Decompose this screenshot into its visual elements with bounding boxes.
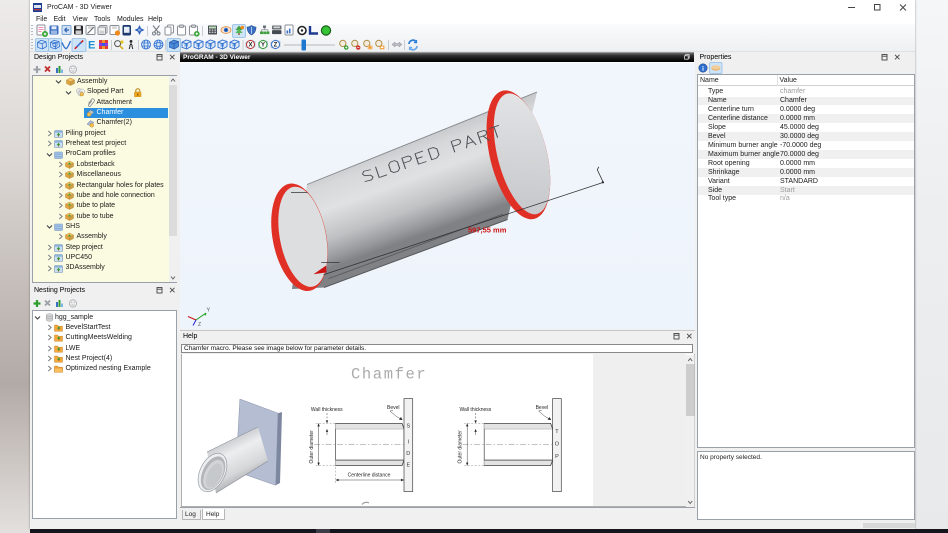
svg-text:Centerline distance: Centerline distance — [348, 473, 391, 479]
svg-text:S: S — [406, 424, 410, 430]
svg-text:1:1: 1:1 — [368, 46, 373, 50]
svg-text:D: D — [406, 451, 410, 457]
svg-text:Z: Z — [274, 43, 278, 49]
svg-text:Bevel: Bevel — [387, 405, 400, 411]
svg-text:Z: Z — [198, 322, 201, 328]
svg-text:Wall thickness: Wall thickness — [311, 407, 343, 413]
svg-text:i: i — [702, 65, 704, 72]
svg-text:Wall thickness: Wall thickness — [460, 407, 492, 413]
svg-text:E: E — [406, 463, 410, 469]
svg-text:X: X — [248, 43, 252, 49]
svg-text:Outer diameter: Outer diameter — [309, 430, 315, 464]
svg-text:Y: Y — [207, 308, 211, 314]
svg-text:P: P — [555, 454, 559, 460]
svg-text:597,55 mm: 597,55 mm — [468, 226, 507, 235]
svg-text:Chamfer: Chamfer — [351, 366, 427, 384]
svg-text:Y: Y — [261, 43, 265, 49]
svg-text:E: E — [88, 40, 95, 52]
svg-text:Bevel: Bevel — [536, 405, 549, 411]
svg-text:O: O — [555, 442, 560, 448]
svg-text:Outer diameter: Outer diameter — [458, 430, 464, 464]
